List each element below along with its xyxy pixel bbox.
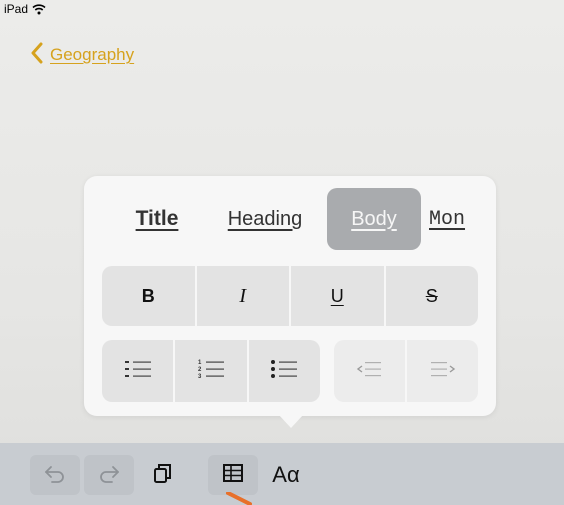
wifi-icon bbox=[32, 3, 46, 15]
format-button[interactable]: Aα bbox=[258, 455, 314, 495]
bold-button[interactable]: B bbox=[102, 266, 197, 326]
keyboard-toolbar: Aα bbox=[0, 443, 564, 505]
indent-group bbox=[334, 340, 478, 402]
paragraph-style-row: Title Heading Body Mon bbox=[84, 188, 496, 252]
list-style-group: 1 2 3 bbox=[102, 340, 320, 402]
copy-button[interactable] bbox=[138, 455, 186, 495]
back-button[interactable]: Geography bbox=[30, 42, 134, 68]
svg-text:2: 2 bbox=[198, 367, 202, 373]
bulleted-list-icon bbox=[269, 357, 299, 386]
copy-icon bbox=[150, 461, 174, 490]
underline-button[interactable]: U bbox=[291, 266, 386, 326]
format-popover: Title Heading Body Mon B I U S 1 2 3 bbox=[84, 176, 496, 416]
undo-icon bbox=[43, 461, 67, 490]
redo-icon bbox=[97, 461, 121, 490]
increase-indent-button[interactable] bbox=[407, 340, 478, 402]
style-title[interactable]: Title bbox=[112, 188, 202, 250]
bulleted-list-button[interactable] bbox=[249, 340, 320, 402]
popover-arrow bbox=[278, 414, 304, 428]
table-icon bbox=[221, 461, 245, 490]
pointer-arrow-icon bbox=[226, 492, 252, 505]
status-bar: iPad bbox=[0, 0, 564, 18]
decrease-indent-icon bbox=[355, 357, 385, 386]
increase-indent-icon bbox=[428, 357, 458, 386]
svg-text:1: 1 bbox=[198, 360, 202, 366]
svg-text:3: 3 bbox=[198, 374, 202, 380]
chevron-left-icon bbox=[30, 42, 44, 69]
decrease-indent-button[interactable] bbox=[334, 340, 407, 402]
style-heading[interactable]: Heading bbox=[210, 188, 320, 250]
text-format-row: B I U S bbox=[102, 266, 478, 326]
numbered-list-icon: 1 2 3 bbox=[196, 357, 226, 386]
table-button[interactable] bbox=[208, 455, 258, 495]
dashed-list-icon bbox=[123, 357, 153, 386]
undo-button[interactable] bbox=[30, 455, 80, 495]
dashed-list-button[interactable] bbox=[102, 340, 176, 402]
redo-button[interactable] bbox=[84, 455, 134, 495]
numbered-list-button[interactable]: 1 2 3 bbox=[175, 340, 249, 402]
back-label: Geography bbox=[50, 45, 135, 64]
style-body-selected[interactable]: Body bbox=[327, 188, 421, 250]
italic-button[interactable]: I bbox=[197, 266, 291, 326]
strikethrough-button[interactable]: S bbox=[386, 266, 479, 326]
style-monostyled[interactable]: Mon bbox=[429, 188, 496, 250]
device-label: iPad bbox=[4, 2, 29, 16]
